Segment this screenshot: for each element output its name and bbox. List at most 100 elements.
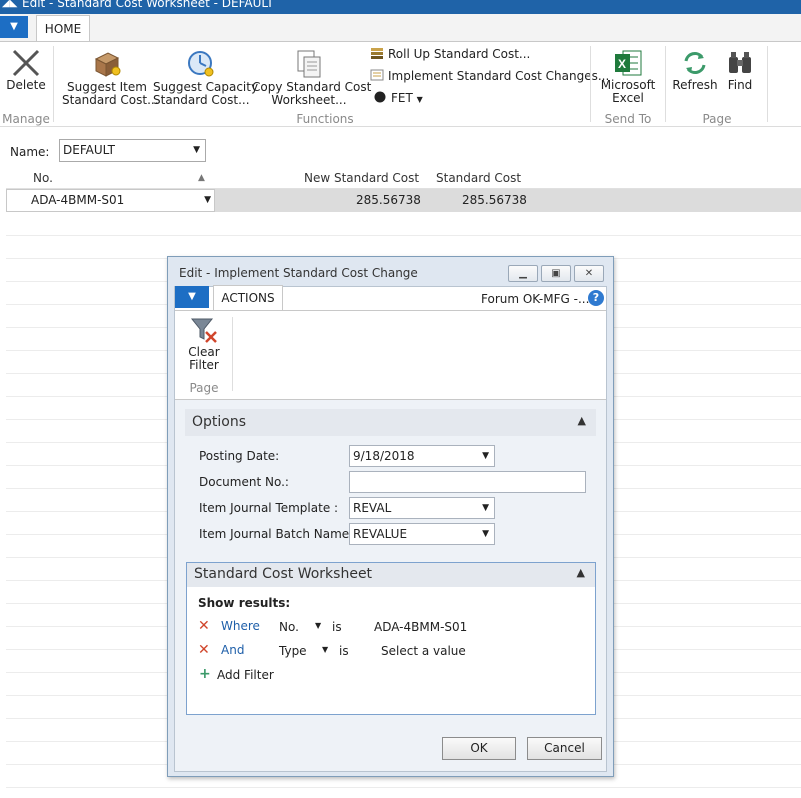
- excel-icon: X: [615, 50, 642, 76]
- delete-icon: [12, 49, 40, 77]
- worksheet-fasttab-header[interactable]: Standard Cost Worksheet ▲: [187, 563, 595, 587]
- remove-filter-icon[interactable]: ✕: [198, 618, 210, 634]
- roll-up-icon: [371, 48, 383, 59]
- find-button[interactable]: Find: [722, 49, 758, 92]
- posting-date-field[interactable]: 9/18/2018 ▼: [349, 445, 495, 467]
- filter-field-type[interactable]: Type: [279, 644, 307, 658]
- group-send-to-label: Send To: [604, 112, 652, 126]
- clear-filter-label-2: Filter: [189, 358, 219, 372]
- group-manage-label: Manage: [2, 112, 50, 126]
- dialog-menu-button[interactable]: ▼: [175, 286, 209, 308]
- help-icon[interactable]: ?: [588, 290, 604, 306]
- column-header-no[interactable]: No.: [33, 171, 53, 185]
- fet-icon: [374, 91, 386, 103]
- implement-standard-cost-changes-button[interactable]: Implement Standard Cost Changes...: [370, 69, 609, 83]
- filter-field-no[interactable]: No.: [279, 620, 299, 634]
- cell-new-standard-cost: 285.56738: [356, 193, 421, 207]
- add-icon[interactable]: +: [199, 666, 211, 682]
- chevron-down-icon[interactable]: ▼: [482, 498, 489, 518]
- suggest-capacity-label-2: Standard Cost...: [153, 93, 250, 107]
- close-button[interactable]: ✕: [574, 265, 604, 282]
- clear-filter-button[interactable]: Clear Filter: [182, 316, 226, 372]
- show-results-label: Show results:: [198, 596, 291, 610]
- tab-actions[interactable]: ACTIONS: [213, 285, 283, 311]
- tab-home[interactable]: HOME: [36, 15, 90, 42]
- window-title-bar: ◢◣ Edit - Standard Cost Worksheet - DEFA…: [0, 0, 801, 14]
- refresh-label: Refresh: [672, 78, 718, 92]
- column-header-standard-cost[interactable]: Standard Cost: [436, 171, 521, 185]
- application-menu-button[interactable]: ▼: [0, 16, 28, 38]
- dialog-group-page-label: Page: [189, 381, 219, 395]
- table-row[interactable]: ADA-4BMM-S01 ▼ 285.56738 285.56738: [6, 189, 801, 212]
- refresh-icon: [684, 52, 706, 74]
- suggest-item-label-2: Standard Cost...: [62, 93, 159, 107]
- item-journal-batch-label: Item Journal Batch Name:: [199, 527, 354, 541]
- cell-no-value: ADA-4BMM-S01: [31, 193, 125, 207]
- group-separator: [53, 46, 54, 122]
- copy-worksheet-icon: [297, 50, 321, 78]
- company-name[interactable]: Forum OK-MFG -...: [481, 292, 589, 306]
- suggest-capacity-standard-cost-button[interactable]: Suggest Capacity Standard Cost...: [153, 49, 258, 107]
- chevron-down-icon[interactable]: ▼: [204, 190, 211, 211]
- add-filter-link[interactable]: Add Filter: [217, 668, 274, 682]
- chevron-down-icon[interactable]: ▼: [482, 524, 489, 544]
- posting-date-value: 9/18/2018: [353, 449, 415, 463]
- chevron-down-icon[interactable]: ▼: [482, 446, 489, 466]
- grid-line: [6, 235, 801, 236]
- filter-value[interactable]: Select a value: [381, 644, 466, 658]
- box-suggest-icon: [94, 52, 121, 77]
- fet-dropdown-button[interactable]: FET ▼: [373, 91, 423, 105]
- chevron-up-icon[interactable]: ▲: [577, 566, 585, 579]
- fet-label: FET: [391, 91, 413, 105]
- delete-button[interactable]: Delete: [6, 49, 46, 92]
- microsoft-excel-button[interactable]: X Microsoft Excel: [600, 49, 656, 105]
- chevron-down-icon: ▼: [193, 145, 200, 155]
- implement-standard-cost-change-dialog: Edit - Implement Standard Cost Change ▁ …: [167, 256, 614, 777]
- delete-label: Delete: [6, 78, 46, 92]
- dialog-content: Options ▲ Posting Date: 9/18/2018 ▼ Docu…: [175, 400, 606, 771]
- item-journal-batch-value: REVALUE: [353, 527, 408, 541]
- name-value: DEFAULT: [63, 143, 115, 157]
- roll-up-standard-cost-button[interactable]: Roll Up Standard Cost...: [370, 47, 530, 61]
- filter-value[interactable]: ADA-4BMM-S01: [374, 620, 467, 634]
- options-title: Options: [192, 414, 247, 430]
- ribbon-tab-row: [0, 14, 801, 42]
- name-label: Name:: [10, 145, 50, 159]
- ok-button[interactable]: OK: [442, 737, 516, 760]
- group-page-label: Page: [702, 112, 732, 126]
- grid-line: [6, 787, 801, 788]
- copy-standard-cost-worksheet-button[interactable]: Copy Standard Cost Worksheet...: [252, 49, 371, 107]
- standard-cost-worksheet-fasttab: Standard Cost Worksheet ▲ Show results: …: [186, 562, 596, 715]
- chevron-up-icon[interactable]: ▲: [578, 414, 586, 427]
- filter-conjunction-where[interactable]: Where: [221, 619, 260, 633]
- chevron-down-icon[interactable]: ▼: [322, 645, 328, 654]
- document-no-field[interactable]: [349, 471, 586, 493]
- item-journal-batch-field[interactable]: REVALUE ▼: [349, 523, 495, 545]
- window-title: Edit - Standard Cost Worksheet - DEFAULT: [22, 0, 274, 10]
- maximize-icon: ▣: [551, 268, 561, 279]
- refresh-button[interactable]: Refresh: [672, 49, 718, 92]
- grid-header: No. ▲ New Standard Cost Standard Cost: [6, 168, 801, 189]
- group-separator: [590, 46, 591, 122]
- svg-text:X: X: [618, 57, 626, 71]
- fet-dropdown-icon: ▼: [416, 95, 423, 104]
- options-fasttab-header[interactable]: Options ▲: [185, 409, 596, 436]
- maximize-button[interactable]: ▣: [541, 265, 571, 282]
- document-no-label: Document No.:: [199, 475, 289, 489]
- filter-conjunction-and[interactable]: And: [221, 643, 244, 657]
- group-separator: [232, 317, 233, 391]
- cancel-button[interactable]: Cancel: [527, 737, 602, 760]
- item-journal-template-field[interactable]: REVAL ▼: [349, 497, 495, 519]
- sort-ascending-icon: ▲: [198, 173, 205, 183]
- group-separator: [665, 46, 666, 122]
- name-dropdown[interactable]: DEFAULT ▼: [59, 139, 206, 162]
- remove-filter-icon[interactable]: ✕: [198, 642, 210, 658]
- minimize-button[interactable]: ▁: [508, 265, 538, 282]
- suggest-item-standard-cost-button[interactable]: Suggest Item Standard Cost...: [62, 49, 159, 107]
- posting-date-label: Posting Date:: [199, 449, 280, 463]
- cell-no[interactable]: ADA-4BMM-S01 ▼: [6, 189, 215, 212]
- chevron-down-icon[interactable]: ▼: [315, 621, 321, 630]
- column-header-new-standard-cost[interactable]: New Standard Cost: [304, 171, 419, 185]
- minimize-icon: ▁: [519, 268, 527, 279]
- clear-filter-icon: [190, 318, 217, 343]
